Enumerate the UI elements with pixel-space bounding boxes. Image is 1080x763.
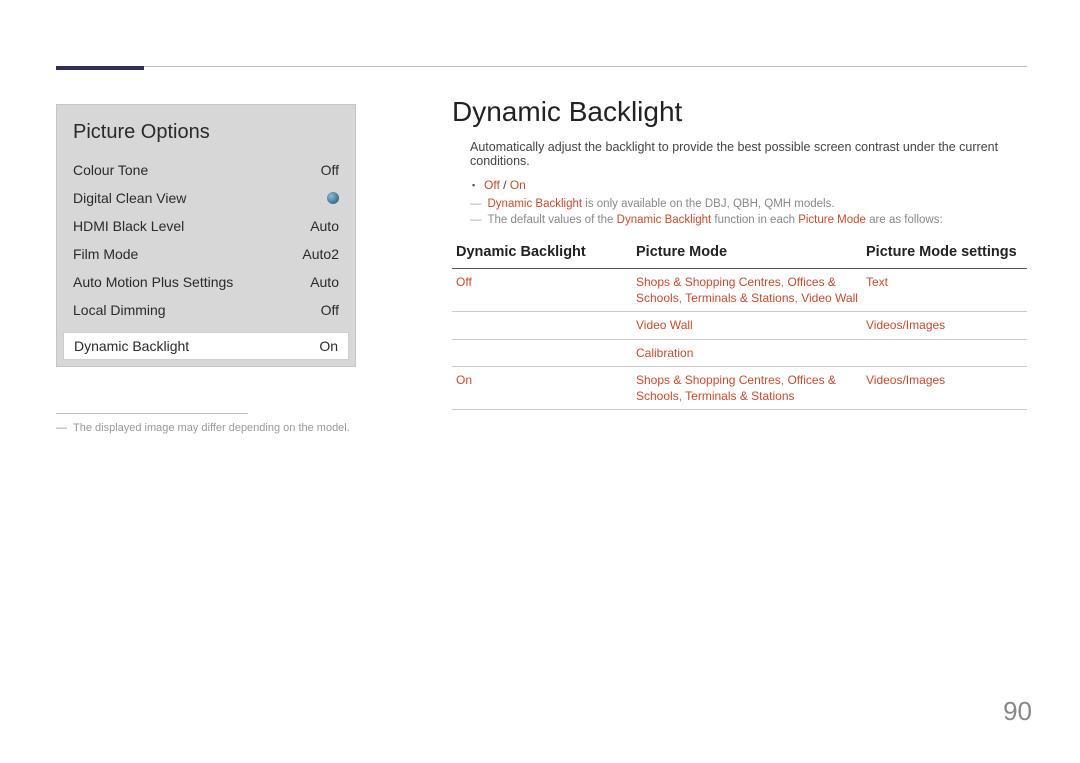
option-value: Auto2 <box>302 246 339 262</box>
cell-dynamic-backlight <box>452 339 632 366</box>
option-value: Off <box>321 162 339 178</box>
option-row: Colour Tone Off <box>57 156 355 184</box>
table-row: OnShops & Shopping Centres, Offices & Sc… <box>452 366 1027 409</box>
mode-name: Video Wall <box>636 318 693 332</box>
image-disclaimer: ― The displayed image may differ dependi… <box>56 422 356 434</box>
option-label: HDMI Black Level <box>73 218 184 234</box>
header-divider <box>56 66 1027 70</box>
option-value: Off <box>321 302 339 318</box>
cell-picture-mode: Shops & Shopping Centres, Offices & Scho… <box>632 269 862 312</box>
caption-text: The displayed image may differ depending… <box>73 422 350 434</box>
option-label: Colour Tone <box>73 162 148 178</box>
dash-icon: ― <box>56 422 67 434</box>
cell-picture-mode-settings: Videos/Images <box>862 366 1027 409</box>
option-label: Auto Motion Plus Settings <box>73 274 233 290</box>
table-row: Video Wall Videos/Images <box>452 312 1027 339</box>
table-header: Picture Mode <box>632 238 862 269</box>
cell-dynamic-backlight: Off <box>452 269 632 312</box>
mode-name: Terminals & Stations <box>685 291 794 305</box>
caption-divider <box>56 413 248 414</box>
mode-name: Shops & Shopping Centres <box>636 275 781 289</box>
table-row: OffShops & Shopping Centres, Offices & S… <box>452 269 1027 312</box>
dash-icon: ― <box>470 214 482 226</box>
header-accent <box>56 66 144 70</box>
option-label: Film Mode <box>73 246 138 262</box>
option-row: Film Mode Auto2 <box>57 240 355 268</box>
table-header: Picture Mode settings <box>862 238 1027 269</box>
cell-dynamic-backlight: On <box>452 366 632 409</box>
mode-name: Calibration <box>636 346 693 360</box>
cell-picture-mode: Video Wall <box>632 312 862 339</box>
option-row-selected: Dynamic Backlight On <box>63 332 349 360</box>
note-line: ― Dynamic Backlight is only available on… <box>452 198 1027 210</box>
option-label: Local Dimming <box>73 302 166 318</box>
option-value: Auto <box>310 218 339 234</box>
option-row: Local Dimming Off <box>57 296 355 324</box>
option-row: Digital Clean View <box>57 184 355 212</box>
note-text: Dynamic Backlight is only available on t… <box>488 198 835 210</box>
table-header-row: Dynamic Backlight Picture Mode Picture M… <box>452 238 1027 269</box>
cell-dynamic-backlight <box>452 312 632 339</box>
note-text: The default values of the Dynamic Backli… <box>488 214 943 226</box>
option-sep: / <box>500 178 510 192</box>
option-value: Auto <box>310 274 339 290</box>
cell-picture-mode: Calibration <box>632 339 862 366</box>
section-title: Dynamic Backlight <box>452 96 1027 128</box>
option-row: Auto Motion Plus Settings Auto <box>57 268 355 296</box>
modes-table: Dynamic Backlight Picture Mode Picture M… <box>452 238 1027 410</box>
dash-icon: ― <box>470 198 482 210</box>
option-value: On <box>319 338 338 354</box>
option-bullet: Off / On <box>452 178 1027 192</box>
mode-name: Video Wall <box>801 291 858 305</box>
section-description: Automatically adjust the backlight to pr… <box>452 140 1027 168</box>
cell-picture-mode-settings: Videos/Images <box>862 312 1027 339</box>
loading-dot-icon <box>327 192 339 204</box>
option-label: Dynamic Backlight <box>74 338 189 354</box>
note-line: ― The default values of the Dynamic Back… <box>452 214 1027 226</box>
page-number: 90 <box>1003 696 1032 727</box>
picture-options-panel: Picture Options Colour Tone Off Digital … <box>56 104 356 367</box>
table-header: Dynamic Backlight <box>452 238 632 269</box>
cell-picture-mode-settings <box>862 339 1027 366</box>
option-label: Digital Clean View <box>73 190 186 206</box>
mode-name: Terminals & Stations <box>685 389 794 403</box>
mode-name: Shops & Shopping Centres <box>636 373 781 387</box>
cell-picture-mode: Shops & Shopping Centres, Offices & Scho… <box>632 366 862 409</box>
table-row: Calibration <box>452 339 1027 366</box>
cell-picture-mode-settings: Text <box>862 269 1027 312</box>
option-row: HDMI Black Level Auto <box>57 212 355 240</box>
option-on: On <box>510 178 526 192</box>
right-column: Dynamic Backlight Automatically adjust t… <box>452 96 1027 410</box>
option-off: Off <box>484 178 500 192</box>
panel-title: Picture Options <box>57 105 355 156</box>
left-column: Picture Options Colour Tone Off Digital … <box>56 104 356 434</box>
